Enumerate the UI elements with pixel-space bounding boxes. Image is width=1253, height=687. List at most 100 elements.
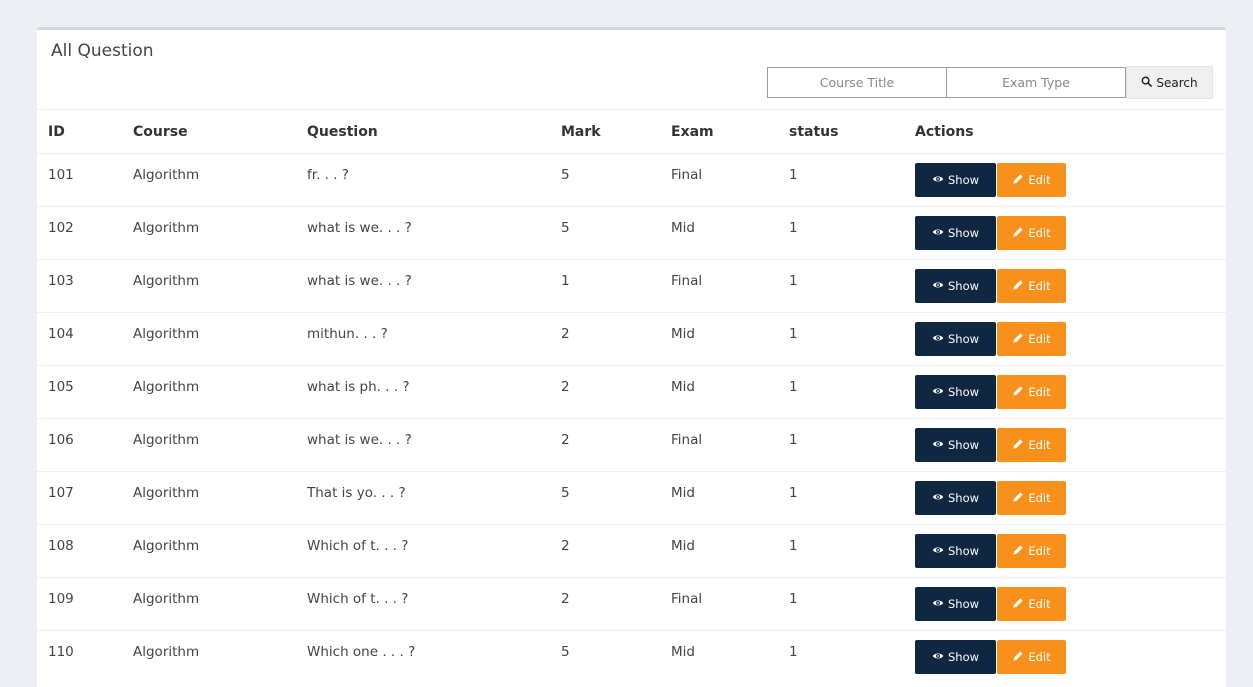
cell-course: Algorithm: [122, 630, 296, 684]
cell-exam: Final: [660, 418, 778, 472]
cell-actions: Show Edit: [904, 630, 1226, 684]
exam-type-input[interactable]: [946, 67, 1126, 98]
cell-course: Algorithm: [122, 206, 296, 260]
edit-button[interactable]: Edit: [997, 428, 1066, 462]
cell-question: fr. . . ?: [296, 153, 550, 207]
edit-button[interactable]: Edit: [997, 216, 1066, 250]
pencil-icon: [1012, 650, 1024, 665]
eye-icon: [932, 332, 944, 347]
show-button[interactable]: Show: [915, 375, 996, 409]
pencil-icon: [1012, 438, 1024, 453]
show-button-label: Show: [947, 385, 980, 399]
cell-mark: 2: [550, 365, 660, 419]
show-button[interactable]: Show: [915, 269, 996, 303]
cell-mark: 2: [550, 577, 660, 631]
cell-course: Algorithm: [122, 259, 296, 313]
show-button[interactable]: Show: [915, 216, 996, 250]
cell-status: 1: [778, 153, 904, 207]
cell-actions: Show Edit: [904, 312, 1226, 366]
cell-exam: Final: [660, 259, 778, 313]
cell-actions: Show Edit: [904, 524, 1226, 578]
show-button[interactable]: Show: [915, 640, 996, 674]
show-button-label: Show: [947, 491, 980, 505]
column-header-mark: Mark: [550, 110, 660, 154]
cell-course: Algorithm: [122, 418, 296, 472]
cell-question: what is ph. . . ?: [296, 365, 550, 419]
search-form: Search: [767, 66, 1213, 99]
cell-status: 1: [778, 524, 904, 578]
cell-mark: 5: [550, 206, 660, 260]
column-header-actions: Actions: [904, 110, 1226, 154]
eye-icon: [932, 385, 944, 400]
show-button-label: Show: [947, 438, 980, 452]
eye-icon: [932, 279, 944, 294]
pencil-icon: [1012, 226, 1024, 241]
edit-button[interactable]: Edit: [997, 163, 1066, 197]
cell-status: 1: [778, 577, 904, 631]
cell-question: Which one . . . ?: [296, 630, 550, 684]
table-row: 101 Algorithm fr. . . ? 5 Final 1 Show E…: [37, 153, 1226, 207]
table-row: 107 Algorithm That is yo. . . ? 5 Mid 1 …: [37, 471, 1226, 525]
table-row: 108 Algorithm Which of t. . . ? 2 Mid 1 …: [37, 524, 1226, 578]
cell-exam: Final: [660, 577, 778, 631]
edit-button-label: Edit: [1028, 597, 1051, 611]
pencil-icon: [1012, 332, 1024, 347]
cell-exam: Mid: [660, 206, 778, 260]
course-title-input[interactable]: [767, 67, 947, 98]
column-header-exam: Exam: [660, 110, 778, 154]
edit-button-label: Edit: [1028, 438, 1051, 452]
edit-button[interactable]: Edit: [997, 640, 1066, 674]
show-button[interactable]: Show: [915, 481, 996, 515]
edit-button[interactable]: Edit: [997, 322, 1066, 356]
cell-question: what is we. . . ?: [296, 259, 550, 313]
cell-mark: 2: [550, 418, 660, 472]
edit-button-label: Edit: [1028, 173, 1051, 187]
cell-actions: Show Edit: [904, 471, 1226, 525]
cell-status: 1: [778, 630, 904, 684]
cell-question: what is we. . . ?: [296, 418, 550, 472]
show-button[interactable]: Show: [915, 322, 996, 356]
cell-id: 104: [37, 312, 122, 366]
table-header-row: ID Course Question Mark Exam status Acti…: [37, 110, 1226, 154]
show-button-label: Show: [947, 279, 980, 293]
eye-icon: [932, 173, 944, 188]
search-icon: [1141, 76, 1153, 90]
show-button[interactable]: Show: [915, 587, 996, 621]
show-button[interactable]: Show: [915, 428, 996, 462]
show-button-label: Show: [947, 650, 980, 664]
edit-button[interactable]: Edit: [997, 587, 1066, 621]
cell-id: 105: [37, 365, 122, 419]
cell-actions: Show Edit: [904, 206, 1226, 260]
cell-status: 1: [778, 471, 904, 525]
eye-icon: [932, 544, 944, 559]
show-button-label: Show: [947, 332, 980, 346]
show-button-label: Show: [947, 597, 980, 611]
cell-actions: Show Edit: [904, 365, 1226, 419]
edit-button[interactable]: Edit: [997, 269, 1066, 303]
edit-button[interactable]: Edit: [997, 481, 1066, 515]
pencil-icon: [1012, 173, 1024, 188]
eye-icon: [932, 491, 944, 506]
cell-exam: Mid: [660, 524, 778, 578]
cell-question: mithun. . . ?: [296, 312, 550, 366]
cell-actions: Show Edit: [904, 259, 1226, 313]
cell-question: Which of t. . . ?: [296, 577, 550, 631]
table-row: 109 Algorithm Which of t. . . ? 2 Final …: [37, 577, 1226, 631]
table-row: 102 Algorithm what is we. . . ? 5 Mid 1 …: [37, 206, 1226, 260]
show-button[interactable]: Show: [915, 534, 996, 568]
edit-button-label: Edit: [1028, 385, 1051, 399]
cell-actions: Show Edit: [904, 153, 1226, 207]
cell-mark: 1: [550, 259, 660, 313]
edit-button[interactable]: Edit: [997, 534, 1066, 568]
show-button[interactable]: Show: [915, 163, 996, 197]
cell-mark: 5: [550, 471, 660, 525]
search-button[interactable]: Search: [1126, 66, 1213, 99]
edit-button[interactable]: Edit: [997, 375, 1066, 409]
cell-id: 103: [37, 259, 122, 313]
table-row: 104 Algorithm mithun. . . ? 2 Mid 1 Show…: [37, 312, 1226, 366]
cell-course: Algorithm: [122, 365, 296, 419]
cell-course: Algorithm: [122, 577, 296, 631]
show-button-label: Show: [947, 173, 980, 187]
show-button-label: Show: [947, 544, 980, 558]
pencil-icon: [1012, 491, 1024, 506]
